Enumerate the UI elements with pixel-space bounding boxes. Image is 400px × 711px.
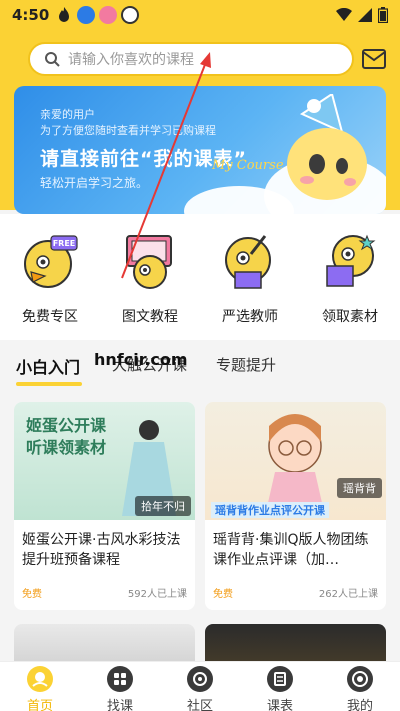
mail-icon[interactable] <box>362 49 386 69</box>
course-title: 瑶背背·集训Q版人物团练课作业点评课（加… <box>213 532 369 568</box>
tab-beginner[interactable]: 小白入门 <box>16 354 80 378</box>
course-enrolled: 262人已上课 <box>318 589 378 600</box>
grid-icon <box>107 666 133 692</box>
nav-label: 找课 <box>106 699 133 711</box>
app-icon-blue <box>77 6 96 24</box>
thumb-tag: 拾年不归 <box>135 496 191 516</box>
banner-tagline: 轻松开启学习之旅。 <box>40 176 149 190</box>
status-right-icons <box>336 7 388 23</box>
course-enrolled: 592人已上课 <box>127 589 187 600</box>
thumb-title: 姬蛋公开课 <box>26 416 107 435</box>
mascot-illustration <box>287 94 367 200</box>
profile-icon <box>347 666 373 692</box>
schedule-icon <box>267 666 293 692</box>
nav-profile[interactable]: 我的 <box>320 662 400 711</box>
materials-icon <box>321 232 379 290</box>
community-icon <box>187 666 213 692</box>
status-bar: 4:50 <box>0 0 400 30</box>
wifi-icon <box>336 8 352 21</box>
banner-subtitle: 为了方便您随时查看并学习已购课程 <box>40 124 216 137</box>
app-icon-white <box>121 6 140 24</box>
tutorials-icon <box>121 232 179 290</box>
category-free-zone[interactable]: FREE 免费专区 <box>5 232 95 326</box>
nav-find-course[interactable]: 找课 <box>80 662 160 711</box>
course-title: 姬蛋公开课·古风水彩技法提升班预备课程 <box>22 532 181 568</box>
category-tutorials[interactable]: 图文教程 <box>105 232 195 326</box>
tab-topic-advance[interactable]: 专题提升 <box>216 354 276 375</box>
category-materials[interactable]: 领取素材 <box>305 232 395 326</box>
category-label: 图文教程 <box>122 309 178 325</box>
course-meta: 免费 592人已上课 <box>22 585 187 600</box>
notification-icons <box>55 6 140 24</box>
search-input[interactable]: 请输入你喜欢的课程 <box>28 42 354 76</box>
nav-community[interactable]: 社区 <box>160 662 240 711</box>
category-teachers[interactable]: 严选教师 <box>205 232 295 326</box>
course-price: 免费 <box>213 589 233 600</box>
nav-home[interactable]: 首页 <box>0 662 80 711</box>
category-label: 严选教师 <box>222 309 278 325</box>
nav-label: 社区 <box>186 699 213 711</box>
app-icon-pink <box>99 6 118 24</box>
nav-label: 课表 <box>266 699 293 711</box>
category-grid: FREE 免费专区 图文教程 严选教师 领取素材 <box>0 214 400 340</box>
free-zone-icon: FREE <box>21 232 79 290</box>
search-icon <box>45 52 60 67</box>
search-placeholder: 请输入你喜欢的课程 <box>68 52 194 68</box>
status-time: 4:50 <box>12 6 50 24</box>
banner-greeting: 亲爱的用户 <box>40 108 95 121</box>
promo-banner[interactable]: 亲爱的用户 为了方便您随时查看并学习已购课程 请直接前往“我的课表” 轻松开启学… <box>14 86 386 214</box>
course-card[interactable]: 姬蛋公开课 听课领素材 拾年不归 姬蛋公开课·古风水彩技法提升班预备课程 免费 … <box>14 402 195 610</box>
category-label: 免费专区 <box>22 309 78 325</box>
course-meta: 免费 262人已上课 <box>213 585 378 600</box>
active-tab-indicator <box>16 382 82 386</box>
teachers-icon <box>221 232 279 290</box>
nav-label: 首页 <box>26 699 53 711</box>
banner-signature: My Course <box>212 158 284 173</box>
nav-label: 我的 <box>346 699 373 711</box>
battery-icon <box>378 7 388 23</box>
nav-schedule[interactable]: 课表 <box>240 662 320 711</box>
girl-illustration <box>265 414 325 516</box>
course-tabs: 小白入门 大触公开课 专题提升 hnfcir.com <box>0 340 400 396</box>
course-thumbnail: 姬蛋公开课 听课领素材 拾年不归 <box>14 402 195 520</box>
free-badge: FREE <box>53 239 76 248</box>
home-icon <box>27 666 53 692</box>
thumb-title: 瑶背背作业点评公开课 <box>211 502 329 518</box>
fire-icon <box>59 7 70 22</box>
category-label: 领取素材 <box>322 309 378 325</box>
course-price: 免费 <box>22 589 42 600</box>
course-thumbnail: 瑶背背作业点评公开课 瑶背背 <box>205 402 386 520</box>
watermark: hnfcir.com <box>94 350 188 369</box>
signal-icon <box>358 8 372 22</box>
thumb-subtitle: 听课领素材 <box>26 438 107 457</box>
course-card[interactable]: 瑶背背作业点评公开课 瑶背背 瑶背背·集训Q版人物团练课作业点评课（加… 免费 … <box>205 402 386 610</box>
thumb-tag: 瑶背背 <box>337 478 382 498</box>
bottom-nav: 首页 找课 社区 课表 我的 <box>0 661 400 711</box>
